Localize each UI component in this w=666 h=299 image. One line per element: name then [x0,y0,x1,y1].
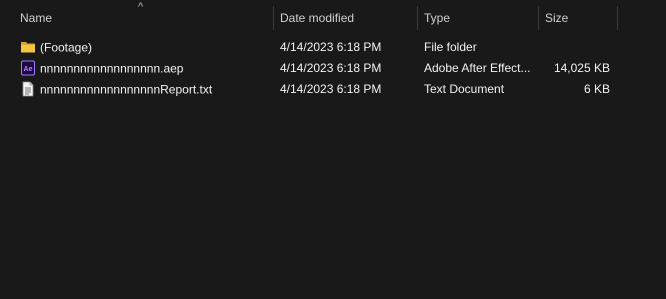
column-header-size[interactable]: Size [539,0,617,34]
file-type: File folder [424,40,477,54]
text-document-icon [20,81,36,97]
column-header-date-modified[interactable]: Date modified [274,0,417,34]
file-row[interactable]: (Footage) 4/14/2023 6:18 PM File folder [0,37,666,58]
file-type: Text Document [424,82,505,96]
column-divider[interactable] [617,6,618,30]
file-name: (Footage) [40,40,93,55]
column-header-type[interactable]: Type [418,0,538,34]
file-date: 4/14/2023 6:18 PM [280,40,382,54]
file-name: nnnnnnnnnnnnnnnnnnReport.txt [40,82,213,97]
file-name-cell[interactable]: Ae nnnnnnnnnnnnnnnnnn.aep [20,58,270,79]
file-row[interactable]: nnnnnnnnnnnnnnnnnnReport.txt 4/14/2023 6… [0,79,666,100]
after-effects-file-icon: Ae [20,60,36,76]
file-name-cell[interactable]: nnnnnnnnnnnnnnnnnnReport.txt [20,79,270,100]
svg-text:Ae: Ae [24,66,33,73]
folder-icon [20,39,36,55]
file-list-view: ^ Name Date modified Type Size (Footage)… [0,0,666,299]
column-header-bar: ^ Name Date modified Type Size [0,0,666,34]
column-header-name[interactable]: Name [14,0,272,34]
file-date: 4/14/2023 6:18 PM [280,61,382,75]
file-name: nnnnnnnnnnnnnnnnnn.aep [40,61,184,76]
file-type: Adobe After Effect... [424,61,531,75]
file-size: 6 KB [583,82,610,96]
file-date: 4/14/2023 6:18 PM [280,82,382,96]
file-size [541,37,610,58]
file-rows: (Footage) 4/14/2023 6:18 PM File folder … [0,37,666,100]
file-name-cell[interactable]: (Footage) [20,37,270,58]
file-size: 14,025 KB [553,61,610,75]
file-row[interactable]: Ae nnnnnnnnnnnnnnnnnn.aep 4/14/2023 6:18… [0,58,666,79]
